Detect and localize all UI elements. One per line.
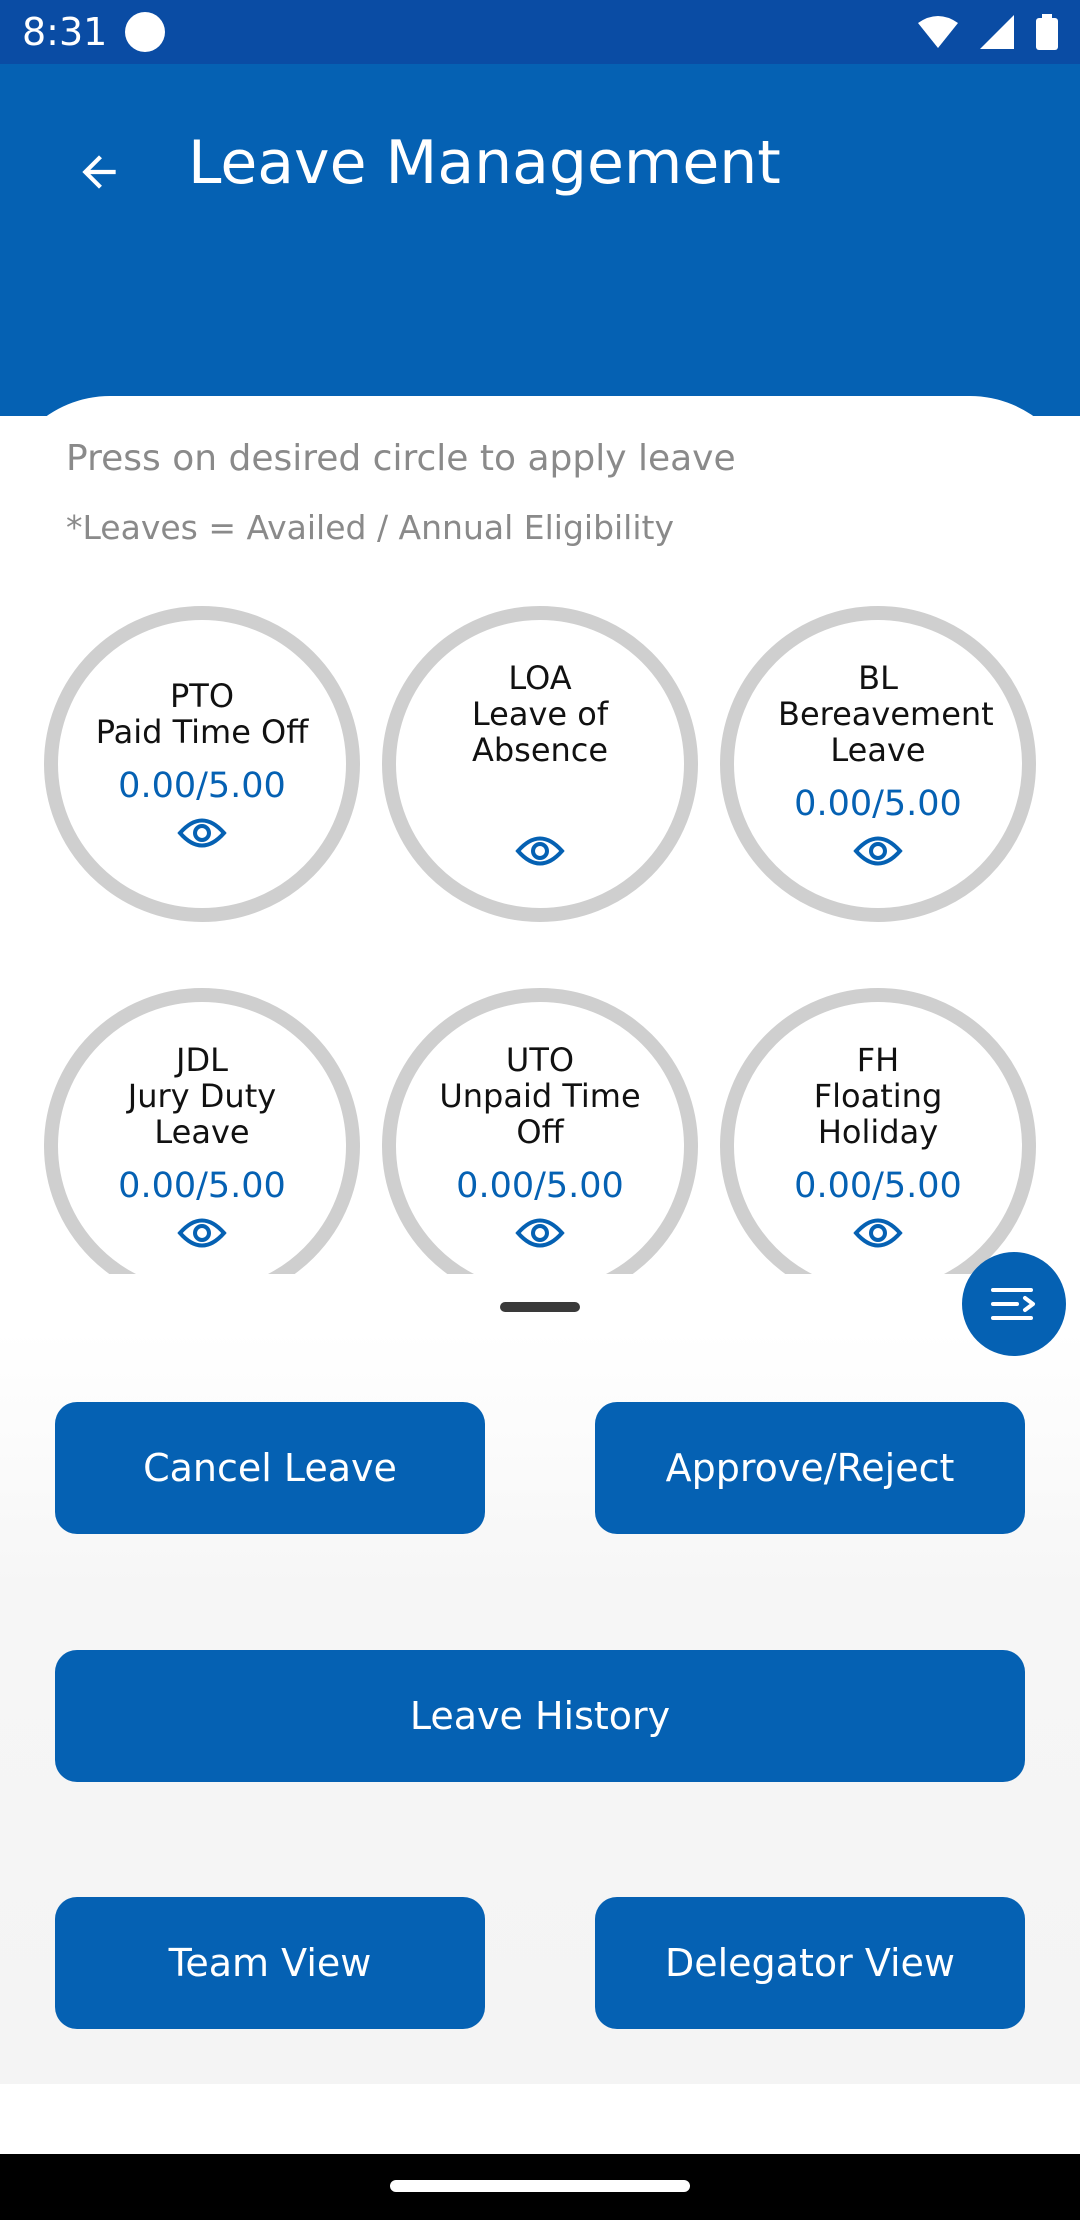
- leave-balance: 0.00/5.00: [456, 1166, 624, 1206]
- leave-name: Jury Duty Leave: [127, 1077, 277, 1151]
- leave-name: Floating Holiday: [813, 1077, 943, 1151]
- eye-icon[interactable]: [177, 816, 227, 850]
- leave-code: JDL: [176, 1041, 228, 1079]
- delegator-view-button[interactable]: Delegator View: [595, 1897, 1025, 2029]
- leave-circle-pto[interactable]: PTO Paid Time Off 0.00/5.00: [44, 606, 360, 922]
- app-bar: [0, 64, 1080, 416]
- leave-code: LOA: [508, 659, 572, 697]
- leave-circles-grid: PTO Paid Time Off 0.00/5.00 LOA Leave of…: [0, 590, 1080, 1274]
- status-time: 8:31: [22, 10, 108, 54]
- status-bar: 8:31: [0, 0, 1080, 64]
- cancel-leave-button[interactable]: Cancel Leave: [55, 1402, 485, 1534]
- leave-balance: 0.00/5.00: [794, 1166, 962, 1206]
- menu-list-icon: [991, 1288, 1035, 1320]
- leave-circle-fh[interactable]: FH Floating Holiday 0.00/5.00: [720, 988, 1036, 1274]
- page-title: Leave Management: [188, 128, 781, 198]
- leave-code: UTO: [505, 1041, 575, 1079]
- team-view-button[interactable]: Team View: [55, 1897, 485, 2029]
- leave-code: BL: [858, 659, 898, 697]
- approve-reject-button[interactable]: Approve/Reject: [595, 1402, 1025, 1534]
- eye-icon[interactable]: [515, 1216, 565, 1250]
- eye-icon[interactable]: [853, 834, 903, 868]
- leave-balance: 0.00/5.00: [118, 1166, 286, 1206]
- arrow-left-icon: [82, 155, 116, 189]
- leave-name: Unpaid Time Off: [439, 1077, 641, 1151]
- home-indicator[interactable]: [390, 2180, 690, 2192]
- eye-icon[interactable]: [853, 1216, 903, 1250]
- wifi-icon: [918, 16, 958, 48]
- leave-balance: 0.00/5.00: [794, 784, 962, 824]
- back-button[interactable]: [62, 135, 136, 209]
- leave-circle-jdl[interactable]: JDL Jury Duty Leave 0.00/5.00: [44, 988, 360, 1274]
- battery-icon: [1036, 14, 1058, 50]
- eye-icon[interactable]: [515, 834, 565, 868]
- leave-name: Bereavement Leave: [778, 695, 994, 769]
- leave-name: Paid Time Off: [95, 713, 309, 751]
- eligibility-note: *Leaves = Availed / Annual Eligibility: [66, 508, 674, 547]
- leave-circle-uto[interactable]: UTO Unpaid Time Off 0.00/5.00: [382, 988, 698, 1274]
- leave-balance: 0.00/5.00: [118, 766, 286, 806]
- eye-icon[interactable]: [177, 1216, 227, 1250]
- leave-name: Leave of Absence: [471, 695, 609, 769]
- drag-handle[interactable]: [500, 1302, 580, 1312]
- leave-history-button[interactable]: Leave History: [55, 1650, 1025, 1782]
- leave-code: PTO: [169, 677, 235, 715]
- leave-circle-loa[interactable]: LOA Leave of Absence: [382, 606, 698, 922]
- instruction-text: Press on desired circle to apply leave: [66, 438, 736, 479]
- menu-fab-button[interactable]: [962, 1252, 1066, 1356]
- app-screen: 8:31 Leave Management Press on desired c…: [0, 0, 1080, 2220]
- leave-code: FH: [856, 1041, 900, 1079]
- leave-circle-bl[interactable]: BL Bereavement Leave 0.00/5.00: [720, 606, 1036, 922]
- status-left: 8:31: [22, 10, 166, 54]
- signal-icon: [980, 15, 1014, 49]
- status-right: [918, 14, 1058, 50]
- notification-dot-icon: [125, 12, 166, 52]
